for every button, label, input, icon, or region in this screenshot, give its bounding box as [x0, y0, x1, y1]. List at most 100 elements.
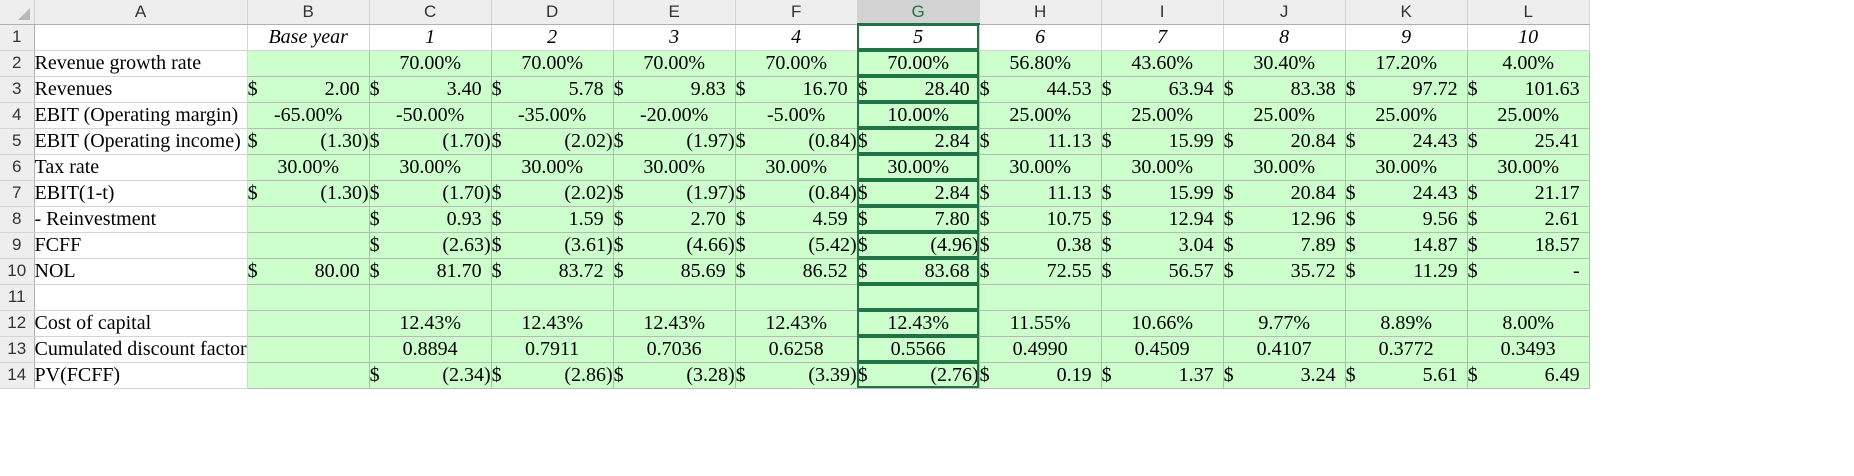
cell-c2[interactable]: 70.00%: [369, 50, 492, 77]
cell-c10[interactable]: $81.70: [369, 258, 492, 285]
cell-j11[interactable]: [1223, 284, 1346, 311]
cell-f8[interactable]: $4.59: [735, 206, 858, 233]
cell-k4[interactable]: 25.00%: [1345, 102, 1468, 129]
cell-f3[interactable]: $16.70: [735, 76, 858, 103]
cell-a10[interactable]: NOL: [34, 258, 248, 285]
cell-j9[interactable]: $7.89: [1223, 232, 1346, 259]
cell-h3[interactable]: $44.53: [979, 76, 1102, 103]
cell-i8[interactable]: $12.94: [1101, 206, 1224, 233]
cell-i13[interactable]: 0.4509: [1101, 336, 1224, 363]
cell-f12[interactable]: 12.43%: [735, 310, 858, 337]
cell-f5[interactable]: $ (0.84): [735, 128, 858, 155]
cell-h5[interactable]: $11.13: [979, 128, 1102, 155]
cell-f11[interactable]: [735, 284, 858, 311]
column-header-i[interactable]: I: [1101, 0, 1224, 25]
cell-f10[interactable]: $86.52: [735, 258, 858, 285]
select-all-corner[interactable]: [0, 0, 35, 25]
cell-g5[interactable]: $2.84: [857, 128, 980, 155]
cell-d12[interactable]: 12.43%: [491, 310, 614, 337]
cell-e9[interactable]: $ (4.66): [613, 232, 736, 259]
cell-h8[interactable]: $10.75: [979, 206, 1102, 233]
cell-c11[interactable]: [369, 284, 492, 311]
cell-g12[interactable]: 12.43%: [857, 310, 980, 337]
cell-j2[interactable]: 30.40%: [1223, 50, 1346, 77]
column-header-j[interactable]: J: [1223, 0, 1346, 25]
cell-l7[interactable]: $21.17: [1467, 180, 1590, 207]
cell-h2[interactable]: 56.80%: [979, 50, 1102, 77]
cell-l8[interactable]: $2.61: [1467, 206, 1590, 233]
row-header-5[interactable]: 5: [0, 128, 35, 155]
cell-j1[interactable]: 8: [1223, 24, 1346, 51]
cell-f4[interactable]: -5.00%: [735, 102, 858, 129]
cell-f14[interactable]: $ (3.39): [735, 362, 858, 389]
column-header-l[interactable]: L: [1467, 0, 1590, 25]
row-header-14[interactable]: 14: [0, 362, 35, 389]
cell-a7[interactable]: EBIT(1-t): [34, 180, 248, 207]
cell-b11[interactable]: [247, 284, 370, 311]
row-header-7[interactable]: 7: [0, 180, 35, 207]
cell-g9[interactable]: $ (4.96): [857, 232, 980, 259]
cell-g7[interactable]: $2.84: [857, 180, 980, 207]
cell-e4[interactable]: -20.00%: [613, 102, 736, 129]
cell-h13[interactable]: 0.4990: [979, 336, 1102, 363]
cell-e13[interactable]: 0.7036: [613, 336, 736, 363]
row-header-2[interactable]: 2: [0, 50, 35, 77]
cell-d7[interactable]: $ (2.02): [491, 180, 614, 207]
column-header-k[interactable]: K: [1345, 0, 1468, 25]
cell-d13[interactable]: 0.7911: [491, 336, 614, 363]
cell-k13[interactable]: 0.3772: [1345, 336, 1468, 363]
cell-a6[interactable]: Tax rate: [34, 154, 248, 181]
cell-e6[interactable]: 30.00%: [613, 154, 736, 181]
cell-g14[interactable]: $ (2.76): [857, 362, 980, 389]
cell-c7[interactable]: $ (1.70): [369, 180, 492, 207]
row-header-1[interactable]: 1: [0, 24, 35, 51]
cell-d14[interactable]: $ (2.86): [491, 362, 614, 389]
cell-e11[interactable]: [613, 284, 736, 311]
cell-c6[interactable]: 30.00%: [369, 154, 492, 181]
column-header-g[interactable]: G: [857, 0, 980, 25]
cell-b8[interactable]: [247, 206, 370, 233]
cell-c1[interactable]: 1: [369, 24, 492, 51]
row-header-12[interactable]: 12: [0, 310, 35, 337]
cell-d2[interactable]: 70.00%: [491, 50, 614, 77]
cell-k2[interactable]: 17.20%: [1345, 50, 1468, 77]
cell-f1[interactable]: 4: [735, 24, 858, 51]
cell-k6[interactable]: 30.00%: [1345, 154, 1468, 181]
cell-g1[interactable]: 5: [857, 24, 980, 51]
cell-d3[interactable]: $5.78: [491, 76, 614, 103]
cell-f6[interactable]: 30.00%: [735, 154, 858, 181]
cell-e5[interactable]: $ (1.97): [613, 128, 736, 155]
cell-e8[interactable]: $2.70: [613, 206, 736, 233]
cell-j4[interactable]: 25.00%: [1223, 102, 1346, 129]
cell-i7[interactable]: $15.99: [1101, 180, 1224, 207]
cell-i9[interactable]: $3.04: [1101, 232, 1224, 259]
cell-c14[interactable]: $ (2.34): [369, 362, 492, 389]
row-header-13[interactable]: 13: [0, 336, 35, 363]
cell-e1[interactable]: 3: [613, 24, 736, 51]
cell-j5[interactable]: $20.84: [1223, 128, 1346, 155]
column-header-e[interactable]: E: [613, 0, 736, 25]
cell-i3[interactable]: $63.94: [1101, 76, 1224, 103]
cell-e12[interactable]: 12.43%: [613, 310, 736, 337]
cell-a4[interactable]: EBIT (Operating margin): [34, 102, 248, 129]
cell-i14[interactable]: $1.37: [1101, 362, 1224, 389]
cell-f7[interactable]: $ (0.84): [735, 180, 858, 207]
cell-j14[interactable]: $3.24: [1223, 362, 1346, 389]
cell-l11[interactable]: [1467, 284, 1590, 311]
cell-i1[interactable]: 7: [1101, 24, 1224, 51]
cell-h6[interactable]: 30.00%: [979, 154, 1102, 181]
cell-i2[interactable]: 43.60%: [1101, 50, 1224, 77]
cell-b4[interactable]: -65.00%: [247, 102, 370, 129]
cell-c13[interactable]: 0.8894: [369, 336, 492, 363]
cell-c5[interactable]: $ (1.70): [369, 128, 492, 155]
row-header-6[interactable]: 6: [0, 154, 35, 181]
cell-f9[interactable]: $ (5.42): [735, 232, 858, 259]
cell-l5[interactable]: $25.41: [1467, 128, 1590, 155]
cell-d5[interactable]: $ (2.02): [491, 128, 614, 155]
cell-h9[interactable]: $0.38: [979, 232, 1102, 259]
cell-g13[interactable]: 0.5566: [857, 336, 980, 363]
cell-e3[interactable]: $9.83: [613, 76, 736, 103]
cell-g10[interactable]: $83.68: [857, 258, 980, 285]
row-header-11[interactable]: 11: [0, 284, 35, 311]
cell-b13[interactable]: [247, 336, 370, 363]
